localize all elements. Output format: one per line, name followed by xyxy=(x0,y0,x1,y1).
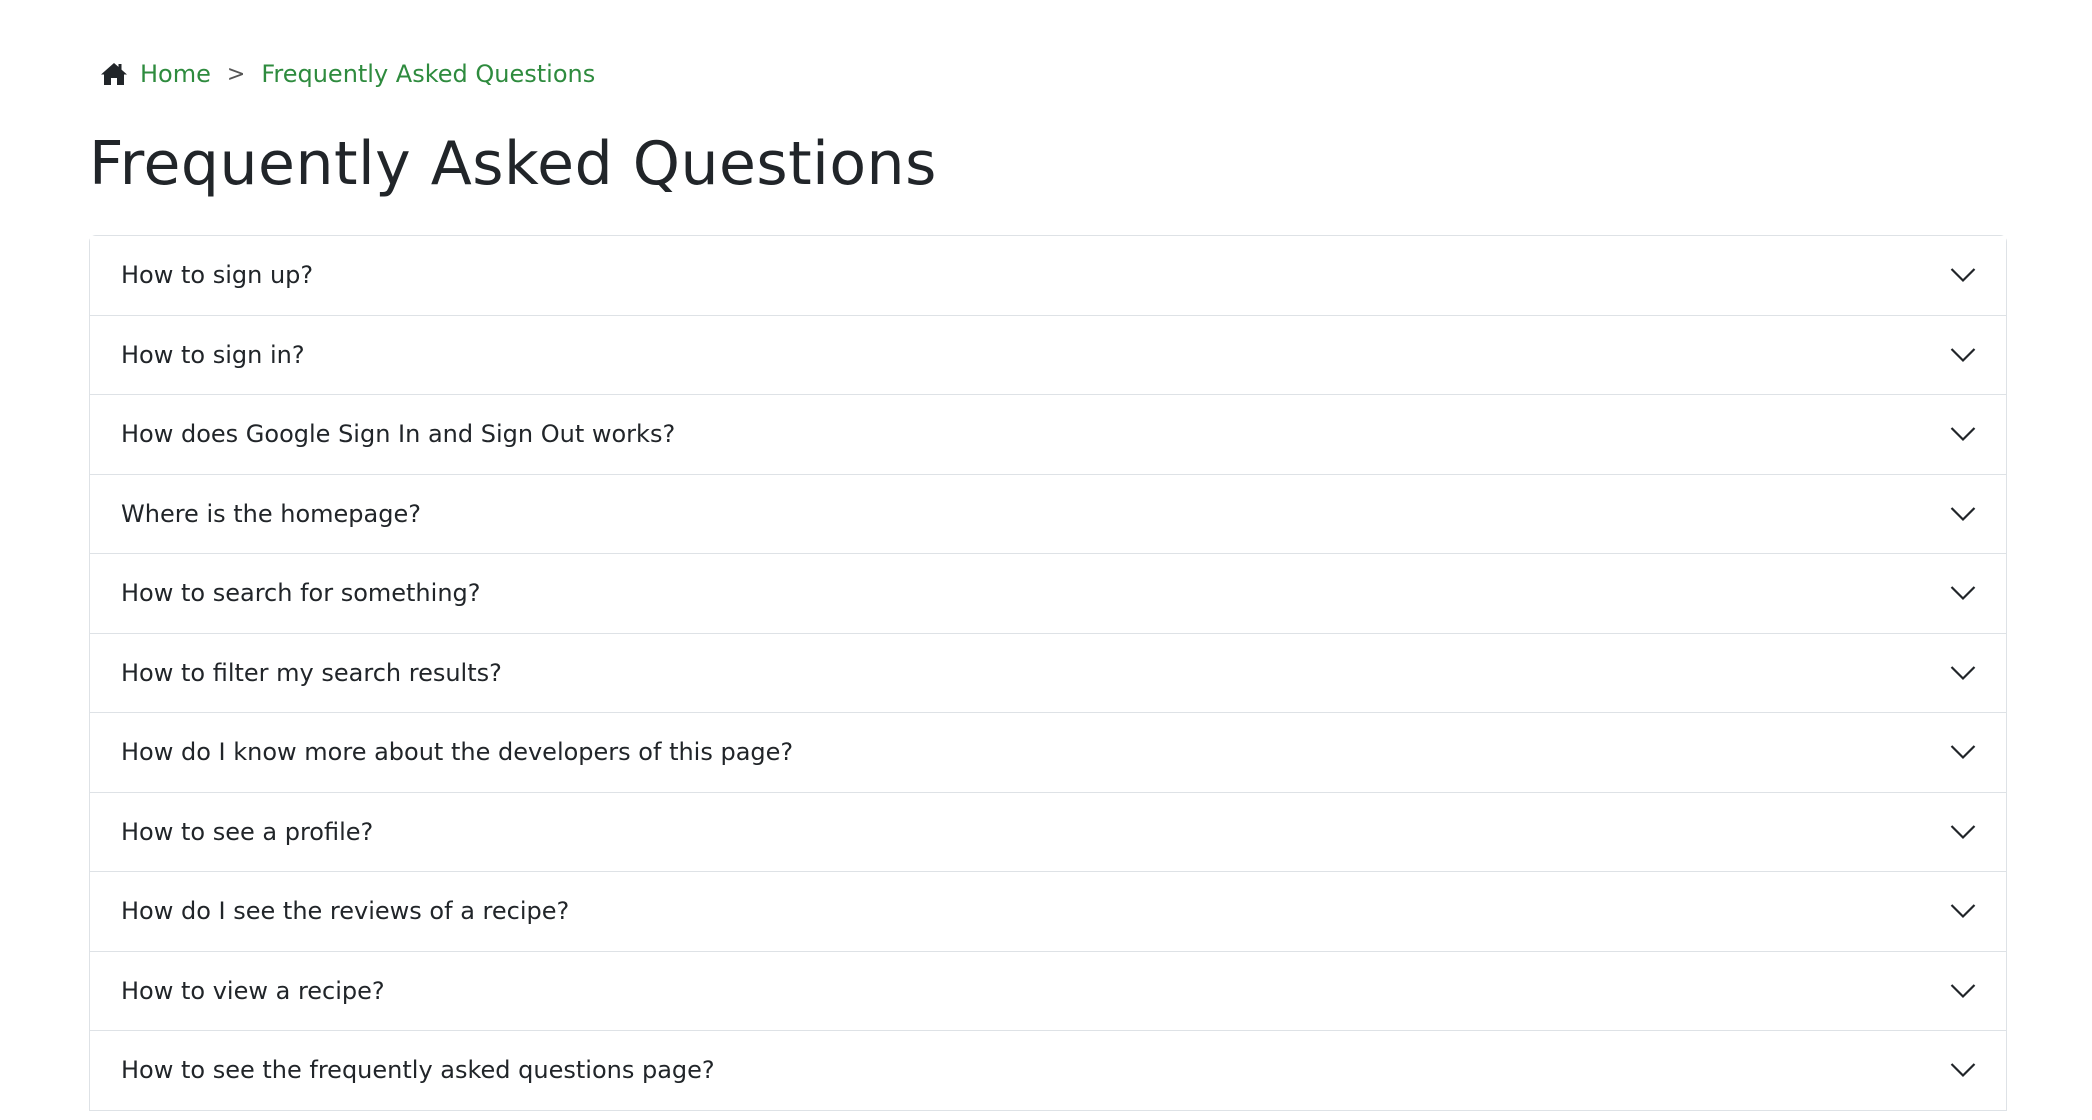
chevron-down-icon xyxy=(1950,1062,1976,1078)
chevron-down-icon xyxy=(1950,983,1976,999)
breadcrumb-separator: > xyxy=(226,61,246,87)
chevron-down-icon xyxy=(1950,824,1976,840)
faq-question: How to search for something? xyxy=(121,579,481,608)
chevron-down-icon xyxy=(1950,347,1976,363)
chevron-down-icon xyxy=(1950,426,1976,442)
faq-question: How do I know more about the developers … xyxy=(121,738,794,767)
faq-item[interactable]: How to sign in? xyxy=(90,315,2006,395)
faq-item[interactable]: How to see the frequently asked question… xyxy=(90,1031,2006,1111)
faq-item[interactable]: How do I see the reviews of a recipe? xyxy=(90,872,2006,952)
faq-question: How to filter my search results? xyxy=(121,658,502,687)
faq-question: How to see a profile? xyxy=(121,817,374,846)
faq-item[interactable]: How to see a profile? xyxy=(90,792,2006,872)
faq-question: Where is the homepage? xyxy=(121,499,421,528)
faq-question: How to sign in? xyxy=(121,340,305,369)
faq-item[interactable]: How to view a recipe? xyxy=(90,951,2006,1031)
faq-page: Home > Frequently Asked Questions Freque… xyxy=(0,0,2092,1120)
breadcrumb-current-link[interactable]: Frequently Asked Questions xyxy=(261,60,595,88)
faq-item[interactable]: Where is the homepage? xyxy=(90,474,2006,554)
faq-item[interactable]: How does Google Sign In and Sign Out wor… xyxy=(90,395,2006,475)
faq-item[interactable]: How to sign up? xyxy=(90,236,2006,316)
chevron-down-icon xyxy=(1950,665,1976,681)
faq-accordion: How to sign up? How to sign in? How does… xyxy=(89,235,2007,1111)
faq-question: How do I see the reviews of a recipe? xyxy=(121,897,570,926)
faq-item[interactable]: How do I know more about the developers … xyxy=(90,713,2006,793)
chevron-down-icon xyxy=(1950,744,1976,760)
faq-question: How does Google Sign In and Sign Out wor… xyxy=(121,420,676,449)
breadcrumb-home-link[interactable]: Home xyxy=(140,60,211,88)
faq-question: How to view a recipe? xyxy=(121,976,385,1005)
home-icon xyxy=(100,61,128,87)
chevron-down-icon xyxy=(1950,903,1976,919)
faq-item[interactable]: How to search for something? xyxy=(90,554,2006,634)
breadcrumb: Home > Frequently Asked Questions xyxy=(100,56,595,92)
page-title: Frequently Asked Questions xyxy=(89,129,937,199)
faq-question: How to see the frequently asked question… xyxy=(121,1056,715,1085)
faq-item[interactable]: How to filter my search results? xyxy=(90,633,2006,713)
chevron-down-icon xyxy=(1950,267,1976,283)
chevron-down-icon xyxy=(1950,585,1976,601)
faq-question: How to sign up? xyxy=(121,261,314,290)
chevron-down-icon xyxy=(1950,506,1976,522)
